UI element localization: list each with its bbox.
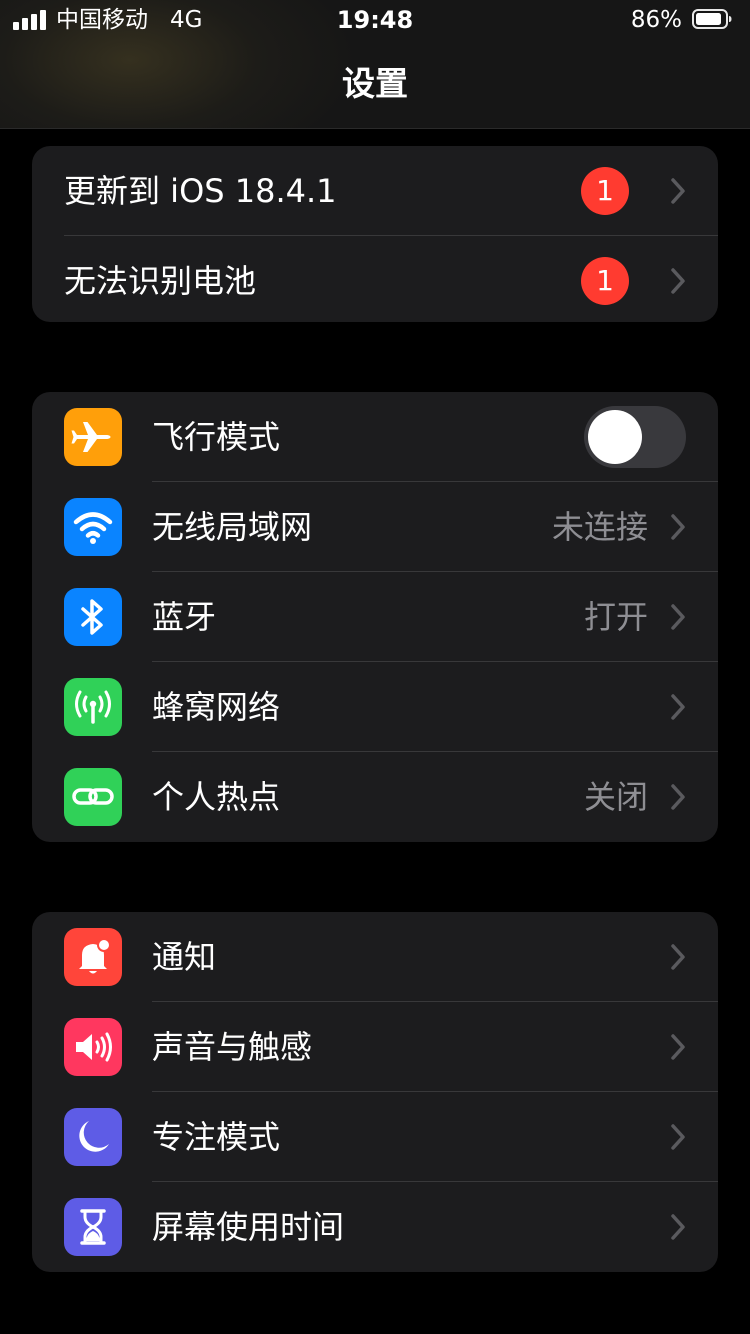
bluetooth-row[interactable]: 蓝牙 打开 xyxy=(32,572,718,662)
cellular-icon xyxy=(64,678,122,736)
bluetooth-label: 蓝牙 xyxy=(152,598,217,636)
focus-label: 专注模式 xyxy=(152,1118,281,1156)
battery-unrecognized-badge: 1 xyxy=(581,257,629,305)
connectivity-group: 飞行模式 无线局域网 未连接 蓝牙 打开 蜂窝网络 个人热点 关闭 xyxy=(32,392,718,842)
sounds-haptics-row[interactable]: 声音与触感 xyxy=(32,1002,718,1092)
chevron-right-icon xyxy=(671,694,685,720)
bluetooth-status: 打开 xyxy=(583,598,648,636)
notifications-label: 通知 xyxy=(152,938,217,976)
screen-time-label: 屏幕使用时间 xyxy=(152,1208,345,1246)
status-bar: 中国移动 4G 19:48 86% xyxy=(0,0,750,40)
settings-screen: 中国移动 4G 19:48 86% 设置 更新到 iOS 18.4.1 1 无法… xyxy=(0,0,750,1334)
battery-unrecognized-row[interactable]: 无法识别电池 1 xyxy=(32,236,718,322)
chevron-right-icon xyxy=(671,514,685,540)
alerts-group: 更新到 iOS 18.4.1 1 无法识别电池 1 xyxy=(32,146,718,322)
chevron-right-icon xyxy=(671,784,685,810)
airplane-mode-label: 飞行模式 xyxy=(152,418,281,456)
update-ios-row[interactable]: 更新到 iOS 18.4.1 1 xyxy=(32,146,718,236)
wifi-status: 未连接 xyxy=(551,508,648,546)
airplane-mode-row: 飞行模式 xyxy=(32,392,718,482)
chevron-right-icon xyxy=(671,268,685,294)
chevron-right-icon xyxy=(671,604,685,630)
chevron-right-icon xyxy=(671,1124,685,1150)
focus-row[interactable]: 专注模式 xyxy=(32,1092,718,1182)
airplane-mode-toggle[interactable] xyxy=(584,406,686,468)
notifications-row[interactable]: 通知 xyxy=(32,912,718,1002)
battery-percent: 86% xyxy=(630,7,682,33)
chevron-right-icon xyxy=(671,178,685,204)
moon-icon xyxy=(64,1108,122,1166)
battery-unrecognized-label: 无法识别电池 xyxy=(64,262,257,300)
hotspot-status: 关闭 xyxy=(583,778,648,816)
chevron-right-icon xyxy=(671,1034,685,1060)
wifi-icon xyxy=(64,498,122,556)
system-group: 通知 声音与触感 专注模式 屏幕使用时间 xyxy=(32,912,718,1272)
speaker-icon xyxy=(64,1018,122,1076)
update-ios-label: 更新到 iOS 18.4.1 xyxy=(64,172,337,210)
cellular-label: 蜂窝网络 xyxy=(152,688,281,726)
chevron-right-icon xyxy=(671,1214,685,1240)
chevron-right-icon xyxy=(671,944,685,970)
notification-bell-icon xyxy=(64,928,122,986)
update-ios-badge: 1 xyxy=(581,167,629,215)
hourglass-icon xyxy=(64,1198,122,1256)
hotspot-icon xyxy=(64,768,122,826)
cellular-row[interactable]: 蜂窝网络 xyxy=(32,662,718,752)
wifi-row[interactable]: 无线局域网 未连接 xyxy=(32,482,718,572)
hotspot-label: 个人热点 xyxy=(152,778,281,816)
airplane-icon xyxy=(64,408,122,466)
bluetooth-icon xyxy=(64,588,122,646)
hotspot-row[interactable]: 个人热点 关闭 xyxy=(32,752,718,842)
screen-time-row[interactable]: 屏幕使用时间 xyxy=(32,1182,718,1272)
wifi-label: 无线局域网 xyxy=(152,508,313,546)
battery-icon xyxy=(692,9,732,29)
page-title: 设置 xyxy=(342,64,408,103)
header: 中国移动 4G 19:48 86% 设置 xyxy=(0,0,750,129)
sounds-haptics-label: 声音与触感 xyxy=(152,1028,313,1066)
